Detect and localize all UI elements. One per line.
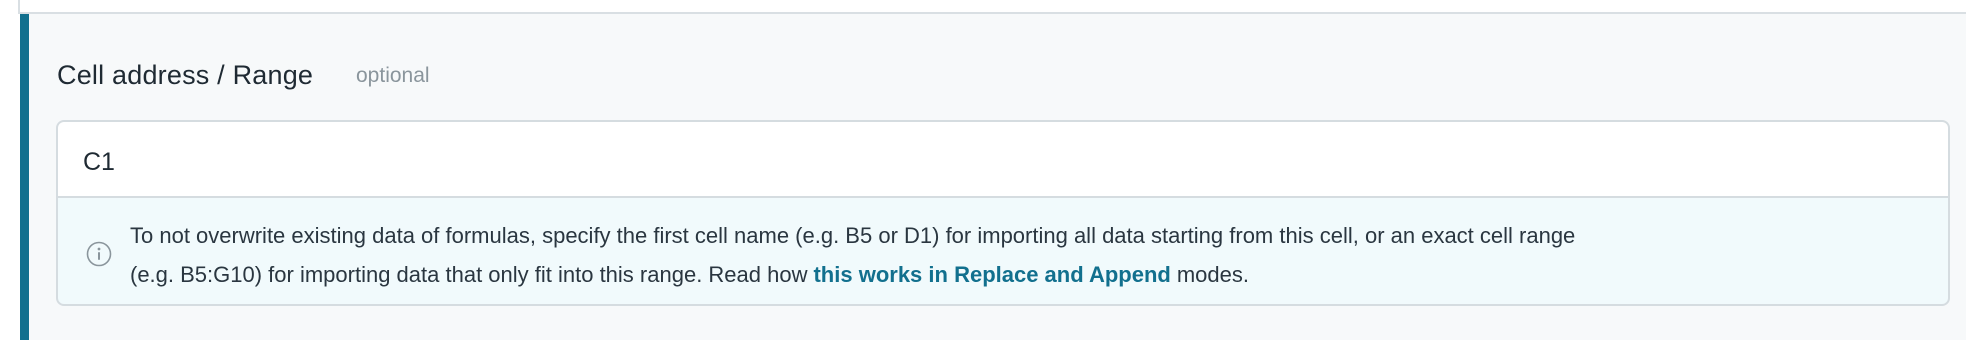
hint-text-line-2: (e.g. B5:G10) for importing data that on… [130, 262, 1249, 288]
info-icon [86, 241, 112, 267]
hint-text-line-1: To not overwrite existing data of formul… [130, 223, 1576, 248]
cell-range-field-label: Cell address / Range [57, 60, 314, 90]
page: Cell address / Range optional To not ove… [0, 0, 1966, 340]
optional-tag: optional [356, 64, 430, 87]
active-section-accent-bar [20, 14, 29, 340]
replace-append-help-link[interactable]: this works in Replace and Append [813, 262, 1170, 287]
hint-text-prefix: (e.g. B5:G10) for importing data that on… [130, 262, 808, 287]
cell-range-hint-box [56, 196, 1950, 306]
cell-range-input[interactable] [83, 148, 1883, 177]
hint-text-suffix: modes. [1176, 262, 1250, 287]
